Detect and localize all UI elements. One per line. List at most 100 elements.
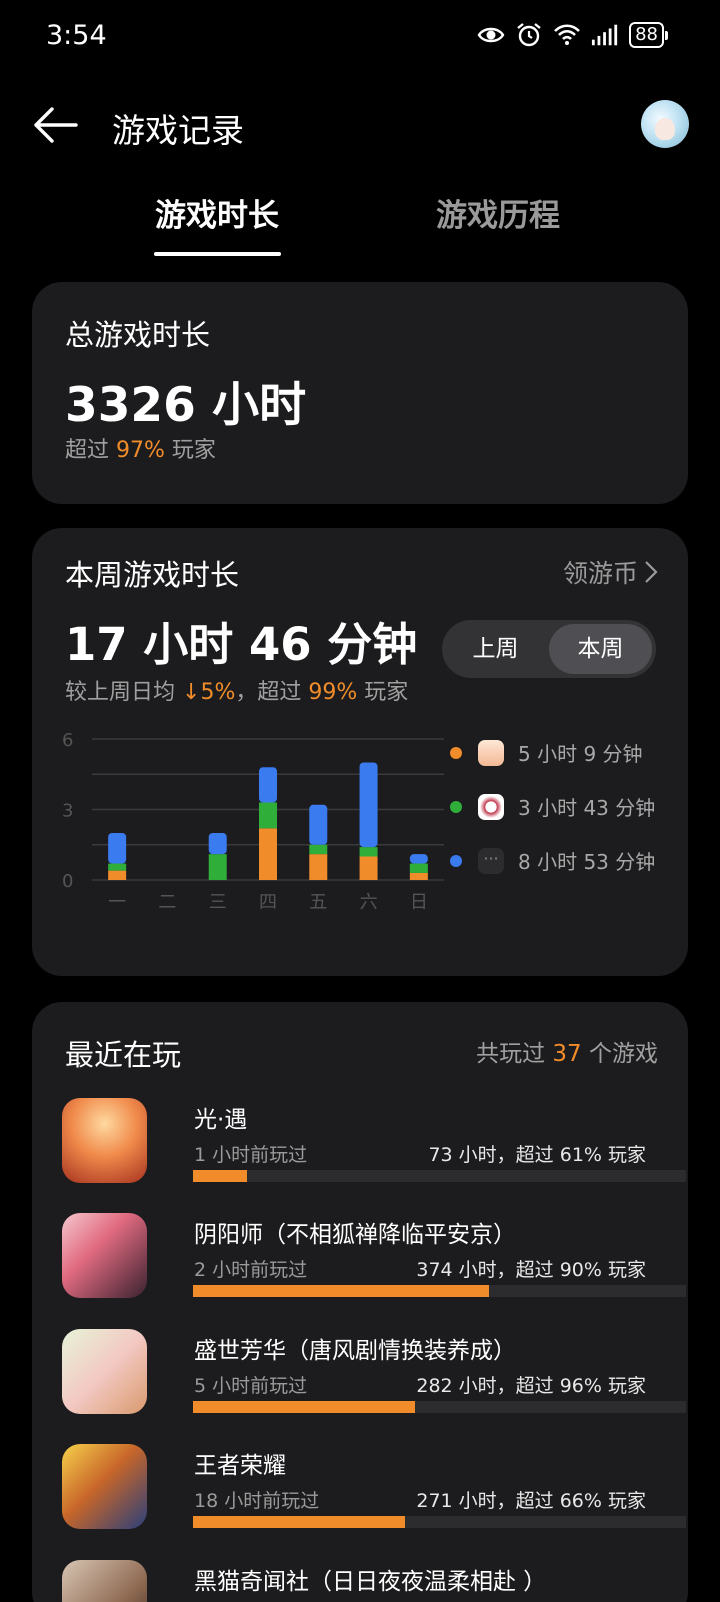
onmyoji-game-icon: [478, 793, 504, 820]
last-week-option[interactable]: 上周: [442, 620, 549, 678]
status-bar: 3:54 88: [0, 0, 720, 76]
chart-bar-segment: [108, 833, 127, 864]
shengshi-game-icon: [62, 1329, 147, 1414]
game-progress-fill: [193, 1170, 248, 1182]
y-tick-label: 6: [62, 730, 73, 751]
game-last-played: 1 小时前玩过: [194, 1144, 308, 1166]
total-exceed-percent: 97%: [116, 438, 165, 463]
weekly-time-card: 本周游戏时长 领游币 17 小时 46 分钟 较上周日均 ↓5%，超过 99% …: [32, 528, 688, 976]
x-tick-label: 三: [209, 892, 227, 913]
game-stat: 374 小时，超过 90% 玩家: [416, 1259, 646, 1281]
x-tick-label: 六: [360, 892, 378, 913]
chart-bar-segment: [208, 833, 227, 855]
sky-game-icon: [478, 739, 504, 766]
claim-coin-link[interactable]: 领游币: [563, 554, 658, 590]
sky-game-icon: [62, 1098, 147, 1183]
eye-icon: [477, 27, 505, 43]
y-tick-label: 0: [62, 871, 73, 892]
legend-dot-blue: [450, 854, 462, 867]
chart-bar-segment: [208, 854, 227, 880]
game-progress-track: [193, 1285, 686, 1297]
legend-item-onmyoji: 3 小时 43 分钟: [450, 792, 655, 821]
chart-bar-segment: [108, 870, 127, 880]
game-row[interactable]: 阴阳师（不相狐禅降临平安京） 2 小时前玩过 374 小时，超过 90% 玩家: [62, 1213, 686, 1313]
tab-bar: 游戏时长 游戏历程: [0, 190, 720, 260]
chart-bar-segment: [259, 802, 277, 829]
tab-play-time[interactable]: 游戏时长: [155, 190, 279, 235]
page-title: 游戏记录: [112, 111, 244, 150]
game-progress-track: [193, 1516, 686, 1528]
game-name: 盛世芳华（唐风剧情换装养成）: [194, 1338, 516, 1364]
chart-bar-segment: [108, 863, 127, 871]
game-name: 光·遇: [194, 1107, 248, 1133]
status-time: 3:54: [46, 20, 107, 51]
wifi-icon: [554, 24, 581, 45]
x-tick-label: 日: [410, 892, 428, 913]
tab-active-indicator: [154, 252, 281, 256]
chart-bar-segment: [359, 847, 378, 857]
game-progress-track: [193, 1401, 686, 1413]
legend-item-others: ··· 8 小时 53 分钟: [450, 846, 655, 875]
legend-dot-green: [450, 800, 462, 813]
game-last-played: 18 小时前玩过: [194, 1490, 320, 1512]
games-played-count: 共玩过 37 个游戏: [476, 1041, 658, 1067]
game-progress-fill: [193, 1516, 405, 1528]
game-row[interactable]: 光·遇 1 小时前玩过 73 小时，超过 61% 玩家: [62, 1098, 686, 1198]
more-icon: ···: [478, 847, 504, 874]
avatar[interactable]: [641, 100, 689, 148]
recent-games-label: 最近在玩: [65, 1038, 182, 1072]
chevron-right-icon: [645, 561, 658, 583]
x-tick-label: 四: [259, 892, 277, 913]
onmyoji-game-icon: [62, 1213, 147, 1298]
chart-bar-segment: [359, 856, 378, 880]
weekly-compare-text: 较上周日均 ↓5%，超过 99% 玩家: [65, 680, 409, 705]
legend-dot-orange: [450, 746, 462, 759]
chart-bar-segment: [309, 804, 328, 845]
game-row[interactable]: 黑猫奇闻社（日日夜夜温柔相赴 ）: [62, 1560, 662, 1602]
chart-bar-segment: [309, 844, 328, 855]
game-name: 阴阳师（不相狐禅降临平安京）: [194, 1222, 516, 1248]
recent-games-card: 最近在玩 共玩过 37 个游戏 光·遇 1 小时前玩过 73 小时，超过 61%…: [32, 1002, 688, 1602]
game-stat: 282 小时，超过 96% 玩家: [416, 1375, 646, 1397]
total-exceed-text: 超过 97% 玩家: [65, 438, 216, 463]
game-name: 黑猫奇闻社（日日夜夜温柔相赴 ）: [194, 1569, 547, 1595]
game-last-played: 5 小时前玩过: [194, 1375, 308, 1397]
legend-item-sky: 5 小时 9 分钟: [450, 738, 643, 767]
weekly-exceed-percent: 99%: [308, 680, 358, 705]
total-time-value: 3326 小时: [65, 378, 307, 433]
black-cat-game-icon: [62, 1560, 147, 1602]
game-stat: 73 小时，超过 61% 玩家: [428, 1144, 646, 1166]
back-arrow-icon[interactable]: [30, 104, 80, 146]
alarm-icon: [517, 23, 541, 47]
this-week-option[interactable]: 本周: [549, 624, 652, 674]
weekly-change: ↓5%: [182, 680, 236, 705]
game-progress-track: [193, 1170, 686, 1182]
status-icons: 88: [477, 22, 668, 48]
honor-of-kings-icon: [62, 1444, 147, 1529]
battery-icon: 88: [629, 22, 668, 48]
game-progress-fill: [193, 1285, 489, 1297]
game-stat: 271 小时，超过 66% 玩家: [416, 1490, 646, 1512]
weekly-time-value: 17 小时 46 分钟: [65, 618, 418, 671]
weekly-time-label: 本周游戏时长: [65, 558, 240, 592]
tab-play-history[interactable]: 游戏历程: [436, 190, 560, 235]
signal-icon: [592, 24, 618, 46]
legend-text: 3 小时 43 分钟: [518, 796, 656, 820]
game-row[interactable]: 王者荣耀 18 小时前玩过 271 小时，超过 66% 玩家: [62, 1444, 686, 1544]
battery-level: 88: [629, 22, 664, 48]
chart-bar-segment: [309, 854, 328, 880]
weekly-bar-chart: 6 3 0 一 二 三 四 五 六 日: [62, 730, 444, 913]
total-time-label: 总游戏时长: [65, 318, 211, 352]
legend-text: 5 小时 9 分钟: [518, 742, 643, 766]
chart-bar-segment: [409, 854, 428, 864]
chart-bar-segment: [409, 863, 428, 873]
nav-bar: 游戏记录: [0, 90, 720, 160]
x-tick-label: 一: [108, 892, 126, 913]
chart-bar-segment: [409, 872, 428, 880]
chart-bar-segment: [359, 762, 378, 848]
y-tick-label: 3: [62, 801, 73, 822]
week-toggle: 上周 本周: [442, 620, 656, 678]
game-row[interactable]: 盛世芳华（唐风剧情换装养成） 5 小时前玩过 282 小时，超过 96% 玩家: [62, 1329, 686, 1429]
game-name: 王者荣耀: [194, 1453, 286, 1479]
total-time-card: 总游戏时长 3326 小时 超过 97% 玩家: [32, 282, 688, 504]
